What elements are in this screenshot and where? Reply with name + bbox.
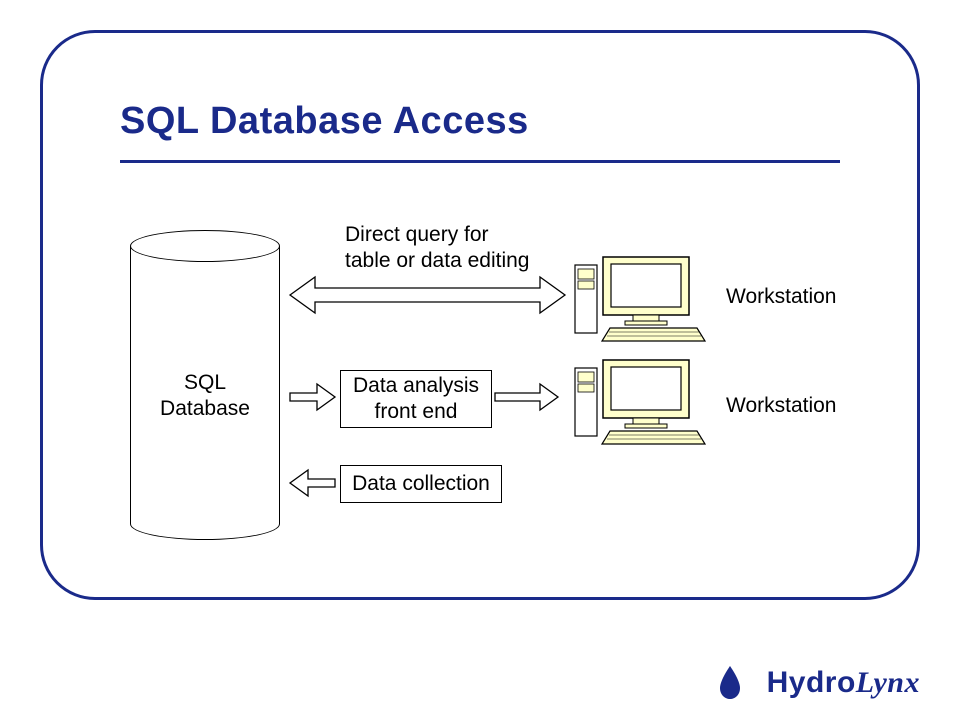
- analysis-box: Data analysisfront end: [340, 370, 492, 428]
- collection-box: Data collection: [340, 465, 502, 503]
- logo-prefix: Hydro: [767, 666, 856, 699]
- drop-icon: [720, 666, 740, 699]
- brand-logo: HydroLynx: [767, 666, 920, 700]
- slide-title: SQL Database Access: [120, 100, 529, 143]
- workstation-2-label: Workstation: [726, 393, 837, 419]
- title-underline: [120, 160, 840, 163]
- logo-suffix: Lynx: [856, 666, 920, 699]
- database-cylinder: SQLDatabase: [130, 230, 280, 540]
- database-label: SQLDatabase: [130, 370, 280, 423]
- direct-query-label: Direct query fortable or data editing: [345, 222, 555, 275]
- workstation-1-label: Workstation: [726, 284, 837, 310]
